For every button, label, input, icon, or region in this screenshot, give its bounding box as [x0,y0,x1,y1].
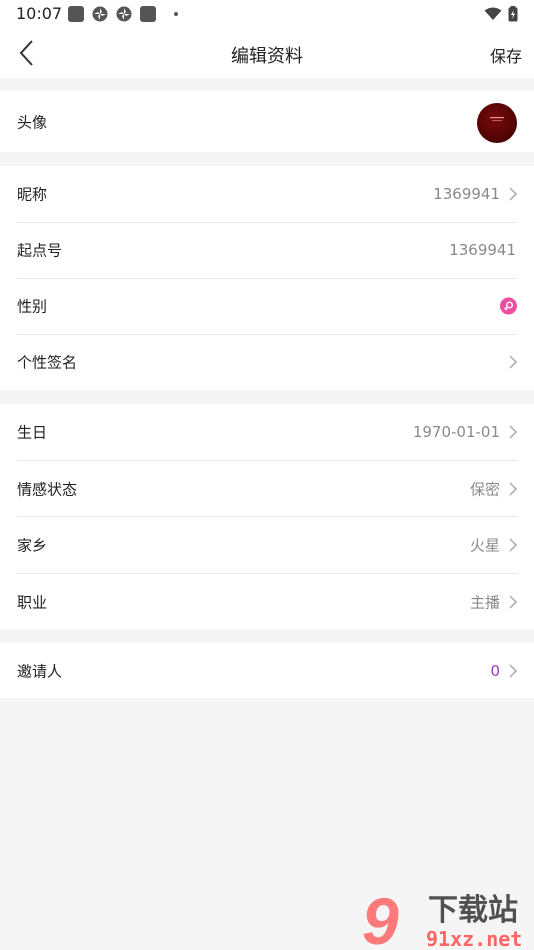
female-gender-icon [500,297,517,315]
app-notification-icon [140,6,156,22]
chevron-right-icon [509,595,518,609]
chevron-right-icon [509,482,518,496]
wifi-icon [484,7,502,20]
more-notifications-dot-icon [174,12,178,16]
chevron-right-icon [509,663,518,678]
avatar[interactable] [477,103,517,143]
avatar-logo-mark [490,117,504,121]
chevron-right-icon [509,187,518,201]
invite-section: 邀请人 0 [0,643,534,698]
watermark-text: 下载站 [428,893,518,928]
app-header: 编辑资料 保存 [0,30,534,78]
system-icons [484,6,518,22]
birthday-label: 生日 [17,423,48,442]
gender-row[interactable]: 性别 [0,278,534,334]
occupation-label: 职业 [17,593,48,612]
signature-row[interactable]: 个性签名 [0,334,534,390]
notification-icons [68,6,178,22]
relationship-row[interactable]: 情感状态 保密 [0,461,534,517]
inviter-row[interactable]: 邀请人 0 [0,643,534,698]
gender-label: 性别 [17,297,48,316]
watermark-number: 9 [362,888,399,950]
status-time: 10:07 [16,4,63,23]
qidian-id-row: 起点号 1369941 [0,222,534,278]
hometown-label: 家乡 [17,536,48,555]
detail-info-section: 生日 1970-01-01 情感状态 保密 家乡 火星 职业 主播 [0,404,534,629]
battery-charging-icon [508,6,518,22]
watermark-url: 91xz.net [426,927,522,950]
page-title: 编辑资料 [231,46,303,67]
avatar-label: 头像 [17,113,48,131]
occupation-value: 主播 [469,593,500,612]
nickname-value: 1369941 [433,185,500,203]
pinwheel-icon [116,6,132,22]
inviter-label: 邀请人 [17,662,63,680]
chevron-right-icon [509,355,518,369]
relationship-label: 情感状态 [17,480,78,499]
avatar-row[interactable]: 头像 [0,93,534,150]
hometown-row[interactable]: 家乡 火星 [0,517,534,573]
hometown-value: 火星 [469,536,500,555]
nickname-label: 昵称 [17,185,48,204]
pinwheel-icon [92,6,108,22]
inviter-count: 0 [490,661,500,680]
occupation-row[interactable]: 职业 主播 [0,574,534,630]
chevron-right-icon [509,425,518,439]
basic-info-section: 昵称 1369941 起点号 1369941 性别 个性签名 [0,166,534,390]
female-symbol-icon [504,301,513,311]
avatar-section: 头像 [0,91,534,152]
qidian-id-label: 起点号 [17,241,63,260]
qidian-id-value: 1369941 [449,241,516,259]
save-button[interactable]: 保存 [490,43,522,67]
status-bar: 10:07 [0,0,534,30]
birthday-row[interactable]: 生日 1970-01-01 [0,404,534,460]
birthday-value: 1970-01-01 [412,423,500,441]
chevron-right-icon [509,538,518,552]
relationship-value: 保密 [469,480,500,499]
site-watermark-logo: 9 下载站 91xz.net [362,888,522,950]
signature-label: 个性签名 [17,353,78,372]
app-notification-icon [68,6,84,22]
nickname-row[interactable]: 昵称 1369941 [0,166,534,222]
